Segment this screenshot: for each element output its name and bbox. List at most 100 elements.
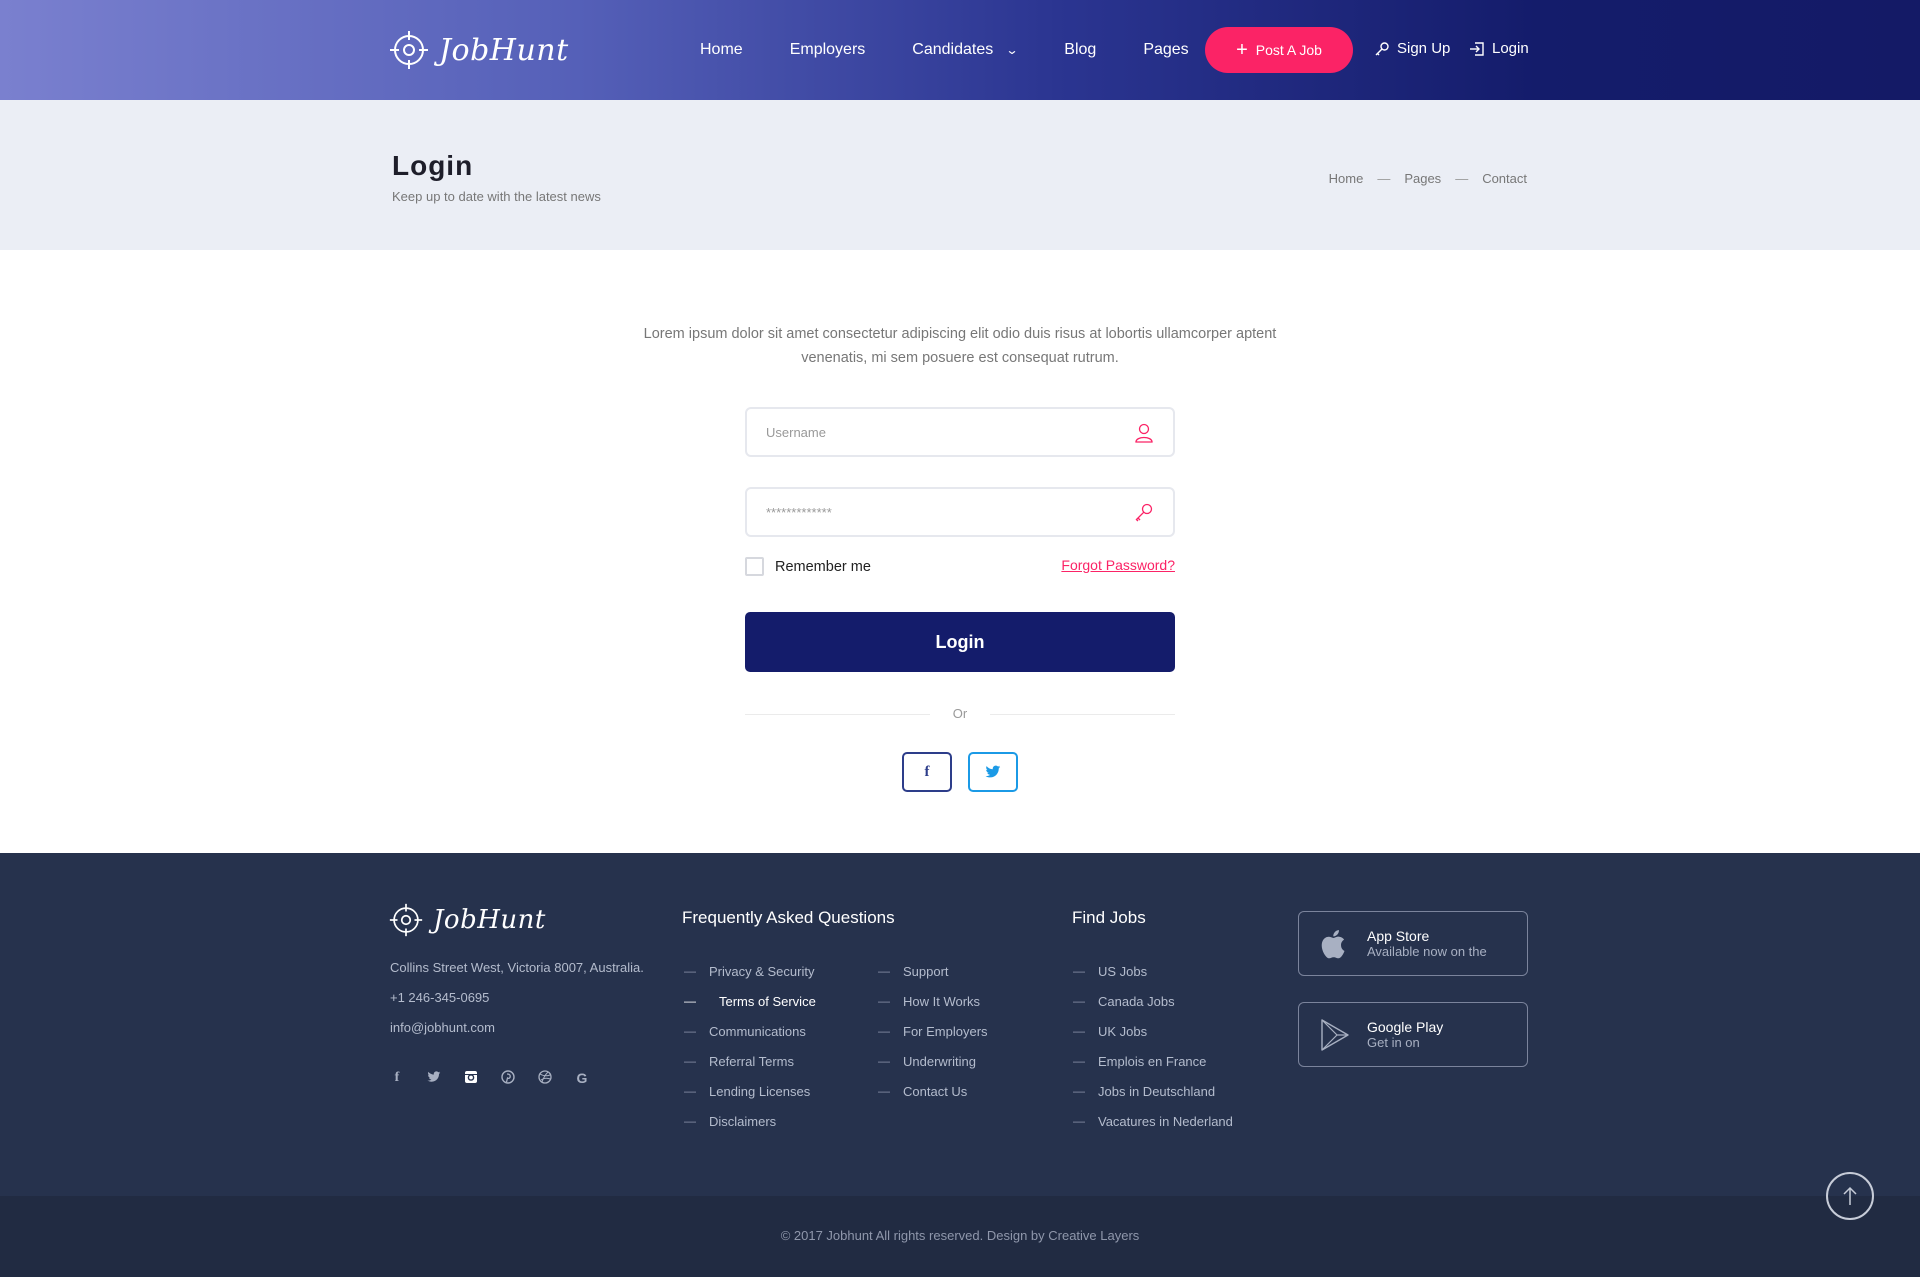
site-header: JobHunt Home Employers Candidates ⌄ Blog … (0, 0, 1920, 100)
breadcrumb-pages[interactable]: Pages (1404, 171, 1441, 186)
list-item[interactable]: — Disclaimers (684, 1106, 816, 1136)
main-nav: Home Employers Candidates ⌄ Blog Pages (700, 0, 1236, 100)
list-item[interactable]: — Jobs in Deutschland (1073, 1076, 1233, 1106)
nav-candidates-label: Candidates (912, 41, 994, 58)
page-title: Login (392, 150, 474, 181)
chevron-down-icon: ⌄ (1005, 43, 1019, 57)
app-store-subtitle: Available now on the (1367, 944, 1487, 959)
app-store-button[interactable]: App Store Available now on the (1298, 911, 1528, 976)
google-play-subtitle: Get in on (1367, 1035, 1420, 1050)
list-item[interactable]: — Canada Jobs (1073, 986, 1233, 1016)
login-submit-button[interactable]: Login (745, 612, 1175, 672)
nav-home[interactable]: Home (700, 41, 743, 59)
login-link[interactable]: Login (1469, 40, 1529, 57)
breadcrumb-separator: — (1455, 171, 1469, 186)
plus-icon: + (1236, 39, 1248, 61)
list-item[interactable]: — Emplois en France (1073, 1046, 1233, 1076)
footer-logo-text: JobHunt (433, 905, 546, 935)
list-item[interactable]: — Terms of Service (684, 986, 816, 1016)
or-divider: Or (745, 704, 1175, 724)
post-job-label: Post A Job (1255, 42, 1322, 58)
site-footer: JobHunt Collins Street West, Victoria 80… (0, 853, 1920, 1197)
app-store-title: App Store (1367, 928, 1430, 944)
google-icon[interactable]: G (574, 1070, 590, 1087)
signup-label: Sign Up (1397, 40, 1451, 57)
nav-candidates[interactable]: Candidates ⌄ (912, 41, 1019, 59)
key-icon (1135, 503, 1153, 522)
logo-text: JobHunt (439, 32, 569, 68)
signup-link[interactable]: Sign Up (1374, 40, 1450, 57)
list-item[interactable]: — Underwriting (878, 1046, 988, 1076)
scroll-to-top-button[interactable] (1826, 1172, 1874, 1220)
nav-employers[interactable]: Employers (790, 41, 866, 59)
footer-logo[interactable]: JobHunt (389, 903, 546, 937)
password-field[interactable] (745, 487, 1175, 537)
password-input[interactable] (766, 489, 1136, 535)
copyright-text: © 2017 Jobhunt All rights reserved. Desi… (780, 1228, 1140, 1243)
list-item[interactable]: — For Employers (878, 1016, 988, 1046)
pinterest-icon[interactable] (500, 1070, 516, 1087)
list-item[interactable]: — Vacatures in Nederland (1073, 1106, 1233, 1136)
login-intro-text: Lorem ipsum dolor sit amet consectetur a… (643, 326, 1277, 366)
username-field[interactable] (745, 407, 1175, 457)
divider-line (990, 714, 1175, 715)
google-play-icon (1321, 1018, 1349, 1051)
remember-me-label: Remember me (775, 558, 871, 575)
google-play-button[interactable]: Google Play Get in on (1298, 1002, 1528, 1067)
nav-pages[interactable]: Pages (1143, 41, 1188, 59)
find-jobs-heading: Find Jobs (1072, 908, 1146, 927)
dribbble-icon[interactable] (537, 1070, 553, 1087)
copyright-bar: © 2017 Jobhunt All rights reserved. Desi… (0, 1196, 1920, 1277)
user-icon (1135, 423, 1153, 443)
apple-icon (1321, 929, 1345, 958)
nav-home-label: Home (700, 41, 743, 58)
google-play-title: Google Play (1367, 1019, 1444, 1035)
footer-phone: +1 246-345-0695 (390, 990, 490, 1005)
footer-email[interactable]: info@jobhunt.com (390, 1020, 495, 1035)
page-banner: Login Keep up to date with the latest ne… (0, 100, 1920, 250)
instagram-icon[interactable] (463, 1070, 479, 1087)
facebook-icon: f (924, 763, 930, 780)
username-input[interactable] (766, 409, 1136, 455)
breadcrumb-contact[interactable]: Contact (1482, 171, 1527, 186)
list-item[interactable]: — Lending Licenses (684, 1076, 816, 1106)
list-item[interactable]: — How It Works (878, 986, 988, 1016)
list-item[interactable]: — UK Jobs (1073, 1016, 1233, 1046)
breadcrumb-home[interactable]: Home (1329, 171, 1364, 186)
list-item[interactable]: — Support (878, 956, 988, 986)
site-logo[interactable]: JobHunt (389, 30, 569, 70)
crosshair-logo-icon (390, 31, 428, 69)
crosshair-logo-icon (389, 903, 423, 937)
arrow-up-icon (1843, 1186, 1857, 1205)
page-subtitle: Keep up to date with the latest news (392, 189, 601, 204)
list-item[interactable]: — Communications (684, 1016, 816, 1046)
twitter-icon (985, 765, 1001, 778)
twitter-icon[interactable] (426, 1070, 442, 1087)
list-item[interactable]: — Referral Terms (684, 1046, 816, 1076)
remember-me[interactable]: Remember me (745, 557, 871, 576)
breadcrumb: Home — Pages — Contact (1329, 171, 1527, 186)
facebook-icon[interactable]: f (389, 1070, 405, 1087)
nav-blog-label: Blog (1064, 41, 1097, 58)
list-item[interactable]: — US Jobs (1073, 956, 1233, 986)
find-jobs-list: — US Jobs — Canada Jobs — UK Jobs — Emplois … (1073, 956, 1233, 1136)
nav-blog[interactable]: Blog (1064, 41, 1096, 59)
nav-employers-label: Employers (789, 41, 866, 58)
list-item[interactable]: — Privacy & Security (684, 956, 816, 986)
remember-me-checkbox[interactable] (745, 557, 764, 576)
faq-list-col1: — Privacy & Security — Terms of Service — C… (684, 956, 816, 1136)
facebook-login-button[interactable]: f (902, 752, 952, 792)
twitter-login-button[interactable] (968, 752, 1018, 792)
faq-heading: Frequently Asked Questions (682, 908, 895, 927)
nav-pages-label: Pages (1143, 41, 1189, 58)
post-job-button[interactable]: + Post A Job (1205, 27, 1353, 73)
footer-social-links: f G (389, 1070, 590, 1087)
faq-list-col2: — Support — How It Works — For Employers — U… (878, 956, 988, 1106)
key-icon (1375, 41, 1389, 55)
forgot-password-link[interactable]: Forgot Password? (1061, 557, 1175, 573)
breadcrumb-separator: — (1377, 171, 1391, 186)
login-icon (1470, 41, 1484, 56)
footer-address: Collins Street West, Victoria 8007, Aust… (390, 960, 644, 975)
login-label: Login (1492, 40, 1529, 57)
list-item[interactable]: — Contact Us (878, 1076, 988, 1106)
